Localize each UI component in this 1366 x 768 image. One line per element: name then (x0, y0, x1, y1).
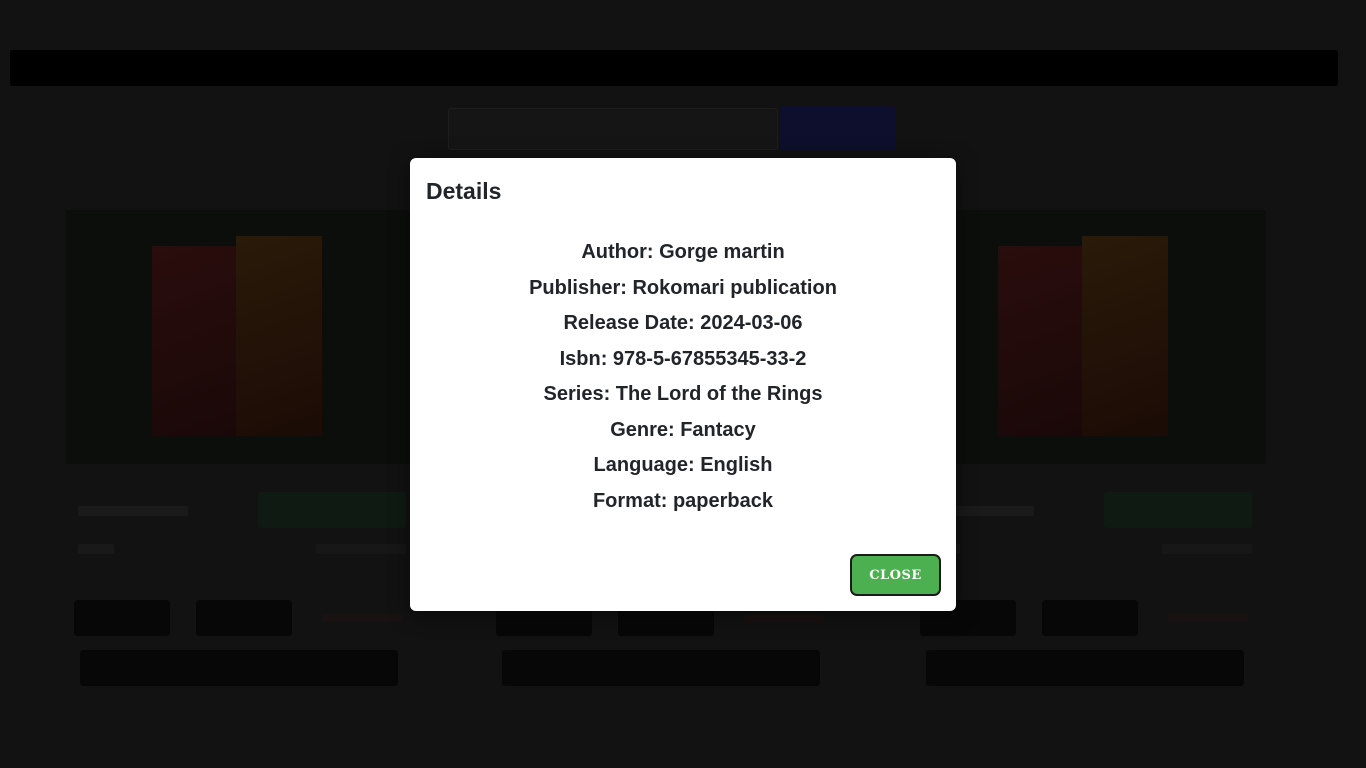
detail-publisher: Publisher: Rokomari publication (529, 276, 837, 299)
page: Details Author: Gorge martin Publisher: … (0, 0, 1366, 768)
details-list: Author: Gorge martin Publisher: Rokomari… (410, 238, 956, 522)
detail-format: Format: paperback (592, 489, 774, 512)
modal-title: Details (426, 178, 502, 204)
detail-language: Language: English (593, 454, 773, 476)
detail-series: Series: The Lord of the Rings (543, 383, 823, 405)
details-modal: Details Author: Gorge martin Publisher: … (410, 158, 956, 611)
close-button[interactable]: CLOSE (850, 554, 941, 596)
detail-isbn: Isbn: 978-5-67855345-33-2 (559, 347, 807, 370)
detail-genre: Genre: Fantacy (610, 418, 756, 441)
detail-release-date: Release Date: 2024-03-06 (563, 312, 803, 334)
detail-author: Author: Gorge martin (581, 241, 785, 263)
